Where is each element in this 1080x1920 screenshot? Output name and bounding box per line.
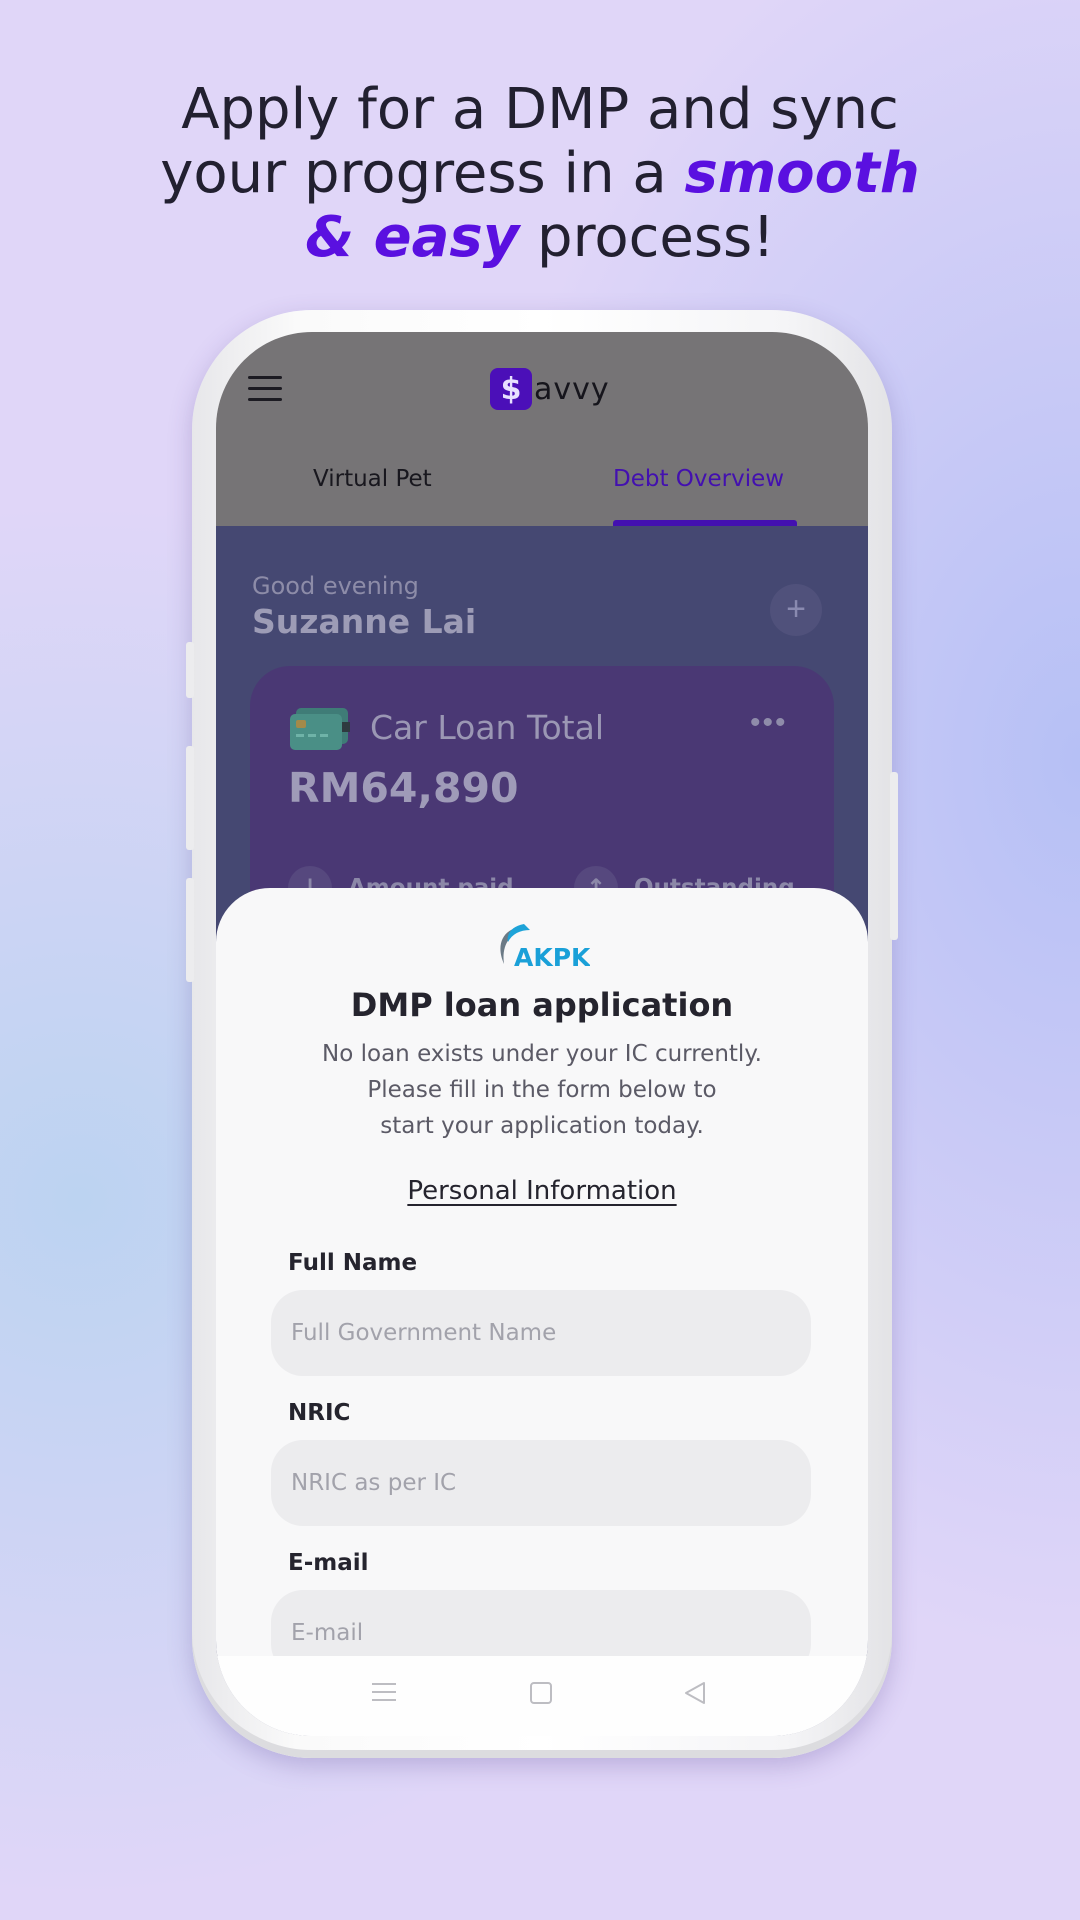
loan-card-title: Car Loan Total <box>370 708 605 747</box>
headline-emphasis-easy: & easy <box>305 205 520 270</box>
sheet-title: DMP loan application <box>350 986 734 1024</box>
headline-line-3: & easy process! <box>0 206 1080 270</box>
savvy-logo: $ avvy <box>490 368 610 410</box>
nric-input[interactable] <box>271 1440 811 1526</box>
description-line: Please fill in the form below to <box>367 1077 717 1103</box>
recent-apps-icon[interactable] <box>370 1680 398 1704</box>
description-line: start your application today. <box>380 1113 704 1139</box>
user-name: Suzanne Lai <box>252 602 477 641</box>
dmp-application-sheet: AKPK DMP loan application No loan exists… <box>216 888 868 1736</box>
credit-card-icon <box>290 708 350 750</box>
nric-label: NRIC <box>288 1400 351 1426</box>
more-options-icon[interactable]: ••• <box>750 706 788 740</box>
loan-total-amount: RM64,890 <box>288 764 519 812</box>
headline-line-3-text: process! <box>519 205 775 270</box>
promo-headline: Apply for a DMP and sync your progress i… <box>0 78 1080 270</box>
phone-power-button <box>890 772 898 940</box>
email-label: E-mail <box>288 1550 369 1576</box>
description-line: No loan exists under your IC currently. <box>322 1041 762 1067</box>
savvy-logo-mark: $ <box>490 368 532 410</box>
phone-volume-down-button <box>186 878 194 982</box>
phone-volume-up-button <box>186 746 194 850</box>
headline-line-1: Apply for a DMP and sync <box>181 77 899 142</box>
tab-virtual-pet[interactable]: Virtual Pet <box>313 466 432 492</box>
greeting-text: Good evening <box>252 572 419 600</box>
full-name-input[interactable] <box>271 1290 811 1376</box>
headline-emphasis-smooth: smooth <box>684 141 920 206</box>
headline-line-2: your progress in a smooth <box>0 142 1080 206</box>
akpk-logo: AKPK <box>500 924 590 970</box>
phone-screen: $ avvy Virtual Pet Debt Overview Good ev… <box>216 332 868 1736</box>
sheet-description: No loan exists under your IC currently. … <box>256 1036 828 1144</box>
home-icon[interactable] <box>528 1680 554 1706</box>
app-header: $ avvy Virtual Pet Debt Overview <box>216 332 868 526</box>
tab-debt-overview[interactable]: Debt Overview <box>613 466 784 492</box>
system-navigation-bar <box>216 1656 868 1736</box>
back-icon[interactable] <box>682 1680 708 1706</box>
akpk-logo-text: AKPK <box>514 943 590 970</box>
hamburger-menu-icon[interactable] <box>248 376 282 402</box>
personal-information-heading: Personal Information <box>407 1176 677 1206</box>
headline-line-2-text: your progress in a <box>160 141 685 206</box>
phone-side-button <box>186 642 194 698</box>
add-loan-button[interactable]: + <box>770 584 822 636</box>
savvy-logo-text: avvy <box>534 371 610 407</box>
full-name-label: Full Name <box>288 1250 418 1276</box>
